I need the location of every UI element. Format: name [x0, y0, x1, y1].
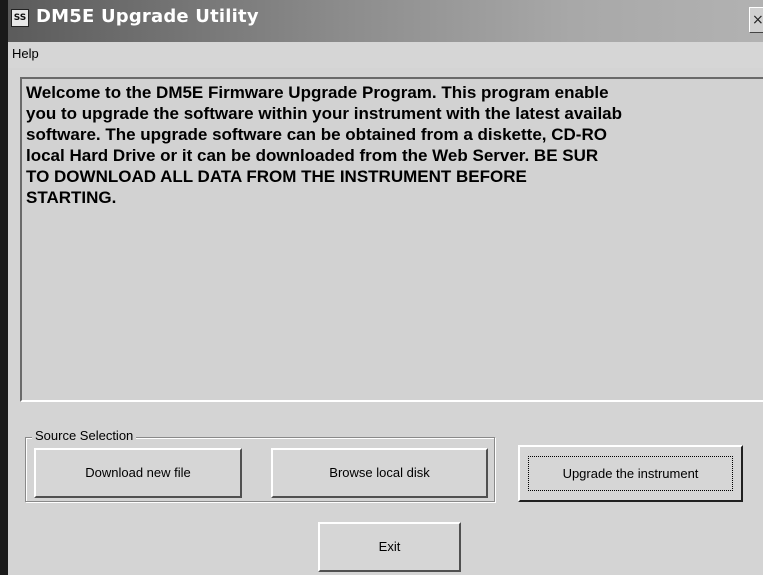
welcome-message-panel: Welcome to the DM5E Firmware Upgrade Pro… [20, 77, 763, 402]
browse-local-disk-label: Browse local disk [329, 465, 430, 480]
close-button[interactable]: × [749, 7, 763, 33]
window-title: DM5E Upgrade Utility [36, 6, 259, 27]
exit-button[interactable]: Exit [318, 522, 461, 572]
menu-help[interactable]: Help [12, 46, 39, 61]
upgrade-instrument-button[interactable]: Upgrade the instrument [518, 445, 743, 502]
welcome-line: you to upgrade the software within your … [26, 104, 623, 123]
welcome-line: Welcome to the DM5E Firmware Upgrade Pro… [26, 83, 609, 102]
app-logo-icon[interactable]: SS [11, 9, 29, 27]
menu-bar: Help [0, 42, 763, 68]
welcome-message: Welcome to the DM5E Firmware Upgrade Pro… [26, 82, 763, 208]
upgrade-utility-window: SS DM5E Upgrade Utility × Help Welcome t… [0, 0, 763, 575]
welcome-line: software. The upgrade software can be ob… [26, 125, 607, 144]
welcome-line: STARTING. [26, 188, 117, 207]
welcome-line: local Hard Drive or it can be downloaded… [26, 146, 599, 165]
exit-label: Exit [378, 539, 401, 554]
upgrade-instrument-label: Upgrade the instrument [562, 466, 699, 481]
close-icon: × [752, 12, 763, 28]
browse-local-disk-button[interactable]: Browse local disk [271, 448, 488, 498]
left-border [0, 0, 8, 575]
source-selection-label: Source Selection [32, 428, 137, 443]
download-new-file-button[interactable]: Download new file [34, 448, 242, 498]
download-new-file-label: Download new file [85, 465, 191, 480]
welcome-line: TO DOWNLOAD ALL DATA FROM THE INSTRUMENT… [26, 167, 527, 186]
title-bar[interactable]: SS DM5E Upgrade Utility × [0, 0, 763, 42]
